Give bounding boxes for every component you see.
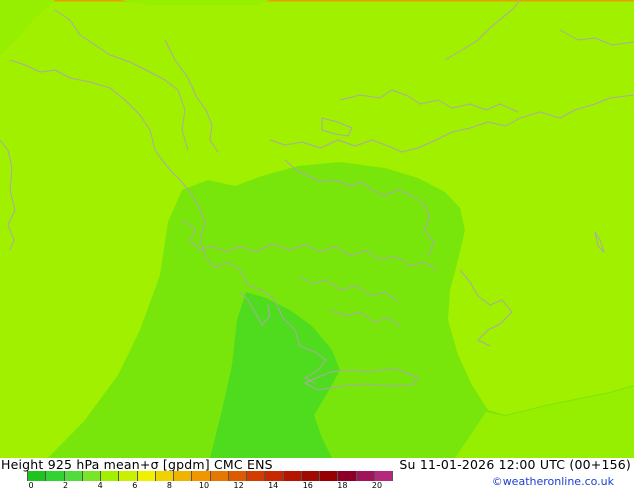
- color-scale-swatch: [192, 471, 211, 481]
- site-credit-link[interactable]: ©weatheronline.co.uk: [492, 475, 614, 488]
- color-scale-swatch: [210, 471, 229, 481]
- valid-time-label: Su 11-01-2026 12:00 UTC (00+156): [399, 457, 631, 472]
- color-scale: [27, 471, 393, 481]
- color-scale-tick-label: 12: [233, 481, 244, 490]
- color-scale-tick-label: 8: [166, 481, 172, 490]
- color-scale-tick-label: 10: [198, 481, 210, 490]
- color-scale-tick-label: 4: [97, 481, 103, 490]
- color-scale-tick-label: 2: [63, 481, 69, 490]
- color-scale-tick-label: 20: [371, 481, 383, 490]
- color-scale-swatch: [101, 471, 120, 481]
- color-scale-tick-label: 16: [302, 481, 313, 490]
- color-scale-swatch: [247, 471, 266, 481]
- color-scale-swatch: [338, 471, 357, 481]
- color-scale-swatch: [27, 471, 47, 481]
- color-scale-swatch: [155, 471, 174, 481]
- color-scale-swatch: [265, 471, 284, 481]
- forecast-map: [0, 0, 634, 458]
- footer-bar: Height 925 hPa mean+σ [gpdm] CMC ENS Su …: [0, 458, 634, 490]
- color-scale-tick-label: 18: [337, 481, 348, 490]
- color-scale-swatch: [228, 471, 247, 481]
- color-scale-swatch: [320, 471, 339, 481]
- color-scale-swatch: [82, 471, 101, 481]
- map-title: Height 925 hPa mean+σ [gpdm] CMC ENS: [1, 457, 273, 472]
- color-scale-swatch: [119, 471, 138, 481]
- color-scale-swatch: [46, 471, 65, 481]
- color-scale-swatch: [301, 471, 320, 481]
- color-scale-tick-label: 14: [268, 481, 279, 490]
- color-scale-swatch: [137, 471, 156, 481]
- color-scale-swatch: [174, 471, 193, 481]
- color-scale-swatch: [374, 471, 393, 481]
- color-scale-swatch: [283, 471, 302, 481]
- color-scale-tick-label: 0: [28, 481, 34, 490]
- color-scale-swatch: [356, 471, 375, 481]
- color-scale-tick-label: 6: [132, 481, 138, 490]
- color-scale-swatch: [64, 471, 83, 481]
- top-edge-line: [0, 0, 634, 2]
